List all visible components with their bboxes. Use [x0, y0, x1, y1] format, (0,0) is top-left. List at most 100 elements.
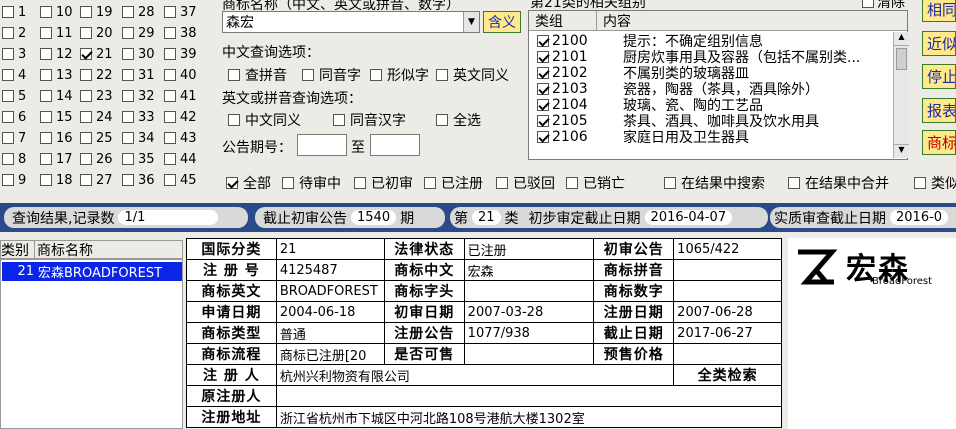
group-checkbox[interactable]: [537, 115, 549, 127]
class-option-32[interactable]: 32: [122, 88, 155, 104]
class-option-44[interactable]: 44: [164, 151, 197, 167]
class-checkbox[interactable]: [80, 132, 92, 144]
status-filter-5[interactable]: 已销亡: [566, 173, 625, 193]
class-checkbox[interactable]: [2, 69, 14, 81]
class-option-12[interactable]: 12: [40, 46, 73, 62]
class-option-43[interactable]: 43: [164, 130, 197, 146]
class-checkbox[interactable]: [164, 153, 176, 165]
class-checkbox[interactable]: [122, 48, 134, 60]
class-option-36[interactable]: 36: [122, 172, 155, 188]
class-checkbox[interactable]: [80, 6, 92, 18]
side-button-4[interactable]: 商标: [922, 130, 956, 155]
class-option-21[interactable]: 21: [80, 46, 113, 62]
class-checkbox[interactable]: [122, 174, 134, 186]
class-option-33[interactable]: 33: [122, 109, 155, 125]
class-option-31[interactable]: 31: [122, 67, 155, 83]
class-option-10[interactable]: 10: [40, 4, 73, 20]
class-option-24[interactable]: 24: [80, 109, 113, 125]
class-checkbox[interactable]: [164, 69, 176, 81]
class-option-16[interactable]: 16: [40, 130, 73, 146]
scroll-up-icon[interactable]: ▲: [894, 32, 909, 46]
all-class-search-button[interactable]: 全类检索: [673, 364, 782, 386]
class-checkbox[interactable]: [80, 48, 92, 60]
class-option-2[interactable]: 2: [2, 25, 26, 41]
class-option-19[interactable]: 19: [80, 4, 113, 20]
class-checkbox[interactable]: [80, 90, 92, 102]
class-checkbox[interactable]: [122, 153, 134, 165]
class-checkbox[interactable]: [164, 111, 176, 123]
class-checkbox[interactable]: [164, 48, 176, 60]
class-option-4[interactable]: 4: [2, 67, 26, 83]
name-input[interactable]: 森宏 ▼: [222, 11, 480, 33]
class-option-17[interactable]: 17: [40, 151, 73, 167]
en-checkbox[interactable]: [436, 114, 448, 126]
issue-from-input[interactable]: [297, 134, 347, 156]
class-option-3[interactable]: 3: [2, 46, 26, 62]
class-option-15[interactable]: 15: [40, 109, 73, 125]
class-checkbox[interactable]: [164, 90, 176, 102]
scroll-thumb[interactable]: [896, 48, 907, 70]
class-option-23[interactable]: 23: [80, 88, 113, 104]
en-checkbox[interactable]: [228, 114, 240, 126]
status-filter-3[interactable]: 已注册: [424, 173, 483, 193]
class-checkbox[interactable]: [80, 111, 92, 123]
side-button-0[interactable]: 相同: [922, 0, 956, 22]
class-checkbox[interactable]: [2, 48, 14, 60]
class-option-11[interactable]: 11: [40, 25, 73, 41]
status-checkbox[interactable]: [424, 177, 436, 189]
class-checkbox[interactable]: [122, 111, 134, 123]
status-checkbox[interactable]: [566, 177, 578, 189]
class-option-6[interactable]: 6: [2, 109, 26, 125]
class-checkbox[interactable]: [2, 174, 14, 186]
en-option-2[interactable]: 全选: [436, 110, 481, 130]
status-checkbox[interactable]: [914, 177, 926, 189]
class-option-25[interactable]: 25: [80, 130, 113, 146]
class-option-18[interactable]: 18: [40, 172, 73, 188]
status-checkbox[interactable]: [788, 177, 800, 189]
class-checkbox[interactable]: [40, 6, 52, 18]
en-option-0[interactable]: 中文同义: [228, 110, 301, 130]
cn-option-0[interactable]: 查拼音: [228, 65, 287, 85]
dropdown-chevron-icon[interactable]: ▼: [463, 12, 479, 32]
result-row[interactable]: 21 宏森BROADFOREST: [2, 262, 182, 281]
cn-option-3[interactable]: 英文同义: [436, 65, 509, 85]
class-option-20[interactable]: 20: [80, 25, 113, 41]
class-option-40[interactable]: 40: [164, 67, 197, 83]
group-checkbox[interactable]: [537, 83, 549, 95]
cn-option-1[interactable]: 同音字: [302, 65, 361, 85]
status-checkbox[interactable]: [664, 177, 676, 189]
class-option-45[interactable]: 45: [164, 172, 197, 188]
class-option-5[interactable]: 5: [2, 88, 26, 104]
class-checkbox[interactable]: [80, 27, 92, 39]
class-option-35[interactable]: 35: [122, 151, 155, 167]
class-checkbox[interactable]: [40, 27, 52, 39]
issue-to-input[interactable]: [370, 134, 420, 156]
class-checkbox[interactable]: [164, 174, 176, 186]
status-filter-2[interactable]: 已初审: [354, 173, 413, 193]
class-option-28[interactable]: 28: [122, 4, 155, 20]
side-button-2[interactable]: 停止: [922, 64, 956, 89]
class-option-8[interactable]: 8: [2, 151, 26, 167]
class-checkbox[interactable]: [40, 174, 52, 186]
group-checkbox[interactable]: [537, 35, 549, 47]
status-filter-1[interactable]: 待审中: [282, 173, 341, 193]
class-checkbox[interactable]: [80, 69, 92, 81]
status-checkbox[interactable]: [282, 177, 294, 189]
cn-checkbox[interactable]: [370, 69, 382, 81]
group-checkbox[interactable]: [537, 99, 549, 111]
group-checkbox[interactable]: [537, 131, 549, 143]
class-checkbox[interactable]: [80, 174, 92, 186]
class-checkbox[interactable]: [2, 90, 14, 102]
class-option-9[interactable]: 9: [2, 172, 26, 188]
cn-checkbox[interactable]: [228, 69, 240, 81]
class-checkbox[interactable]: [122, 132, 134, 144]
class-option-42[interactable]: 42: [164, 109, 197, 125]
class-option-29[interactable]: 29: [122, 25, 155, 41]
side-button-1[interactable]: 近似: [922, 31, 956, 56]
group-checkbox[interactable]: [537, 51, 549, 63]
status-checkbox[interactable]: [226, 177, 238, 189]
class-checkbox[interactable]: [2, 27, 14, 39]
status-checkbox[interactable]: [496, 177, 508, 189]
hanyi-button[interactable]: 含义: [483, 11, 521, 33]
status-checkbox[interactable]: [354, 177, 366, 189]
